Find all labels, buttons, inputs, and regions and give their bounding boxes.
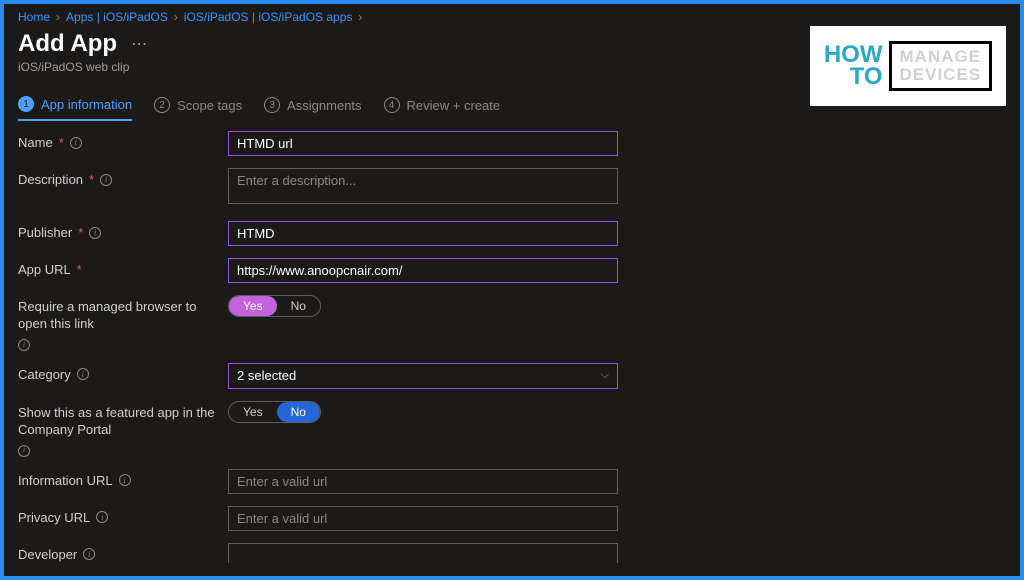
label-publisher: Publisher (18, 225, 72, 240)
info-icon[interactable]: i (119, 474, 131, 486)
logo-text-devices: DEVICES (900, 66, 982, 84)
label-information-url: Information URL (18, 473, 113, 488)
info-icon[interactable]: i (83, 548, 95, 560)
category-select[interactable]: 2 selected ⌵ (228, 363, 618, 389)
developer-input[interactable] (228, 543, 618, 563)
step-3-icon: 3 (264, 97, 280, 113)
category-value: 2 selected (237, 368, 296, 383)
featured-toggle[interactable]: Yes No (228, 401, 321, 423)
label-description: Description (18, 172, 83, 187)
publisher-input[interactable] (228, 221, 618, 246)
step-2-icon: 2 (154, 97, 170, 113)
toggle-yes[interactable]: Yes (229, 402, 277, 422)
label-appurl: App URL (18, 262, 71, 277)
info-icon[interactable]: i (18, 339, 30, 351)
label-managed-browser: Require a managed browser to open this l… (18, 299, 228, 333)
required-marker: * (89, 172, 94, 187)
tab-assignments[interactable]: 3 Assignments (264, 97, 361, 120)
tab-label: Review + create (407, 98, 501, 113)
info-icon[interactable]: i (18, 445, 30, 457)
tab-review-create[interactable]: 4 Review + create (384, 97, 501, 120)
label-developer: Developer (18, 547, 77, 562)
name-input[interactable] (228, 131, 618, 156)
chevron-down-icon: ⌵ (601, 369, 609, 382)
tab-label: Assignments (287, 98, 361, 113)
required-marker: * (78, 225, 83, 240)
logo-text-to: TO (824, 66, 883, 88)
required-marker: * (59, 135, 64, 150)
chevron-right-icon: › (174, 10, 178, 24)
breadcrumb: Home › Apps | iOS/iPadOS › iOS/iPadOS | … (4, 4, 1020, 24)
info-icon[interactable]: i (89, 227, 101, 239)
toggle-no[interactable]: No (277, 296, 320, 316)
info-icon[interactable]: i (70, 137, 82, 149)
breadcrumb-apps[interactable]: Apps | iOS/iPadOS (66, 10, 168, 24)
info-icon[interactable]: i (96, 511, 108, 523)
chevron-right-icon: › (56, 10, 60, 24)
label-name: Name (18, 135, 53, 150)
label-privacy-url: Privacy URL (18, 510, 90, 525)
info-icon[interactable]: i (100, 174, 112, 186)
page-title: Add App (18, 30, 117, 58)
label-featured: Show this as a featured app in the Compa… (18, 405, 228, 439)
tab-label: Scope tags (177, 98, 242, 113)
step-1-icon: 1 (18, 96, 34, 112)
toggle-yes[interactable]: Yes (229, 296, 277, 316)
description-input[interactable] (228, 168, 618, 204)
managed-browser-toggle[interactable]: Yes No (228, 295, 321, 317)
required-marker: * (77, 262, 82, 277)
breadcrumb-detail[interactable]: iOS/iPadOS | iOS/iPadOS apps (184, 10, 353, 24)
form: Name * i Description * i Publisher * i (4, 121, 1020, 563)
more-menu-icon[interactable]: ⋯ (131, 34, 148, 54)
info-icon[interactable]: i (77, 368, 89, 380)
toggle-no[interactable]: No (277, 402, 320, 422)
brand-logo: HOW TO MANAGE DEVICES (810, 26, 1006, 106)
logo-text-manage: MANAGE (900, 48, 982, 66)
tab-scope-tags[interactable]: 2 Scope tags (154, 97, 242, 120)
chevron-right-icon: › (358, 10, 362, 24)
tab-label: App information (41, 97, 132, 112)
information-url-input[interactable] (228, 469, 618, 494)
label-category: Category (18, 367, 71, 382)
tab-app-information[interactable]: 1 App information (18, 96, 132, 121)
breadcrumb-home[interactable]: Home (18, 10, 50, 24)
app-url-input[interactable] (228, 258, 618, 283)
step-4-icon: 4 (384, 97, 400, 113)
privacy-url-input[interactable] (228, 506, 618, 531)
